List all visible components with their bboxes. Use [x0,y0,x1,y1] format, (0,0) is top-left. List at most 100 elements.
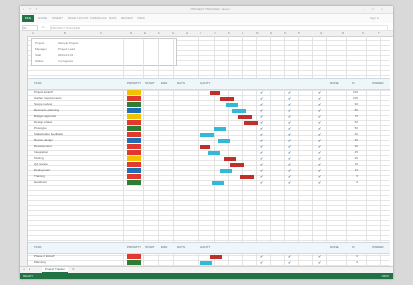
zoom-level[interactable]: 100% [381,273,389,279]
check-icon[interactable]: ✔ [318,114,321,119]
priority-cell[interactable] [127,96,141,101]
priority-cell[interactable] [127,108,141,113]
check-icon[interactable]: ✔ [288,90,291,95]
check-icon[interactable]: ✔ [288,162,291,167]
table-header-cell[interactable]: DAYS [177,81,185,85]
check-icon[interactable]: ✔ [260,180,263,185]
minimize-icon[interactable]: – [361,7,367,11]
task-name[interactable]: Development [34,144,104,149]
check-icon[interactable]: ✔ [288,144,291,149]
check-icon[interactable]: ✔ [318,260,321,265]
check-icon[interactable]: ✔ [260,114,263,119]
check-icon[interactable]: ✔ [260,120,263,125]
check-icon[interactable]: ✔ [288,132,291,137]
close-icon[interactable]: × [379,7,385,11]
priority-cell[interactable] [127,260,141,265]
check-icon[interactable]: ✔ [260,90,263,95]
check-icon[interactable]: ✔ [318,96,321,101]
priority-cell[interactable] [127,168,141,173]
check-icon[interactable]: ✔ [318,156,321,161]
check-icon[interactable]: ✔ [260,102,263,107]
table-header-cell[interactable]: % [352,245,355,249]
check-icon[interactable]: ✔ [260,174,263,179]
check-icon[interactable]: ✔ [318,180,321,185]
tab-home[interactable]: HOME [38,16,47,21]
check-icon[interactable]: ✔ [288,254,291,259]
check-icon[interactable]: ✔ [318,138,321,143]
sheet-next-icon[interactable]: ▸ [29,267,31,272]
priority-cell[interactable] [127,180,141,185]
check-icon[interactable]: ✔ [260,156,263,161]
check-icon[interactable]: ✔ [260,162,263,167]
check-icon[interactable]: ✔ [260,144,263,149]
check-icon[interactable]: ✔ [288,180,291,185]
sign-in-link[interactable]: Sign in [370,16,379,21]
check-icon[interactable]: ✔ [260,138,263,143]
table-header-cell[interactable]: OWNER [372,81,384,85]
task-name[interactable]: Resource planning [34,108,104,113]
priority-cell[interactable] [127,174,141,179]
task-name[interactable]: Gather requirements [34,96,104,101]
priority-cell[interactable] [127,120,141,125]
check-icon[interactable]: ✔ [318,90,321,95]
function-icon[interactable]: fx [42,25,44,29]
check-icon[interactable]: ✔ [318,102,321,107]
check-icon[interactable]: ✔ [260,126,263,131]
priority-cell[interactable] [127,132,141,137]
table-header-cell[interactable]: GANTT [200,81,210,85]
save-icon[interactable]: ▪ [23,7,24,11]
table-header-cell[interactable]: START [145,245,155,249]
priority-cell[interactable] [127,114,141,119]
sheet-prev-icon[interactable]: ◂ [23,267,25,272]
task-name[interactable]: Phase 2 kickoff [34,254,104,259]
task-name[interactable]: Stakeholder feedback [34,132,104,137]
check-icon[interactable]: ✔ [288,174,291,179]
task-name[interactable]: Budget approval [34,114,104,119]
table-header-cell[interactable]: DONE [330,245,339,249]
table-header-cell[interactable]: END [161,245,167,249]
check-icon[interactable]: ✔ [288,114,291,119]
check-icon[interactable]: ✔ [318,254,321,259]
check-icon[interactable]: ✔ [288,120,291,125]
check-icon[interactable]: ✔ [318,174,321,179]
check-icon[interactable]: ✔ [318,162,321,167]
task-name[interactable]: Project kickoff [34,90,104,95]
add-sheet-icon[interactable]: ⊕ [72,267,75,272]
check-icon[interactable]: ✔ [288,108,291,113]
task-name[interactable]: Planning [34,260,104,265]
task-name[interactable]: QA review [34,162,104,167]
table-header-cell[interactable]: % [352,81,355,85]
tab-view[interactable]: VIEW [137,16,145,21]
priority-cell[interactable] [127,150,141,155]
tab-data[interactable]: DATA [109,16,117,21]
maximize-icon[interactable]: □ [370,7,376,11]
check-icon[interactable]: ✔ [318,108,321,113]
priority-cell[interactable] [127,254,141,259]
check-icon[interactable]: ✔ [288,168,291,173]
check-icon[interactable]: ✔ [318,126,321,131]
table-header-cell[interactable]: OWNER [372,245,384,249]
check-icon[interactable]: ✔ [288,260,291,265]
table-header-cell[interactable]: PRIORITY [127,81,141,85]
task-name[interactable]: Testing [34,156,104,161]
priority-cell[interactable] [127,138,141,143]
check-icon[interactable]: ✔ [288,102,291,107]
check-icon[interactable]: ✔ [288,126,291,131]
check-icon[interactable]: ✔ [260,254,263,259]
worksheet-grid[interactable]: Project Sample Project Manager Project L… [28,36,390,271]
table-header-cell[interactable]: START [145,81,155,85]
tab-insert[interactable]: INSERT [52,16,63,21]
priority-cell[interactable] [127,156,141,161]
task-name[interactable]: Deployment [34,168,104,173]
check-icon[interactable]: ✔ [260,108,263,113]
check-icon[interactable]: ✔ [260,260,263,265]
task-name[interactable]: Training [34,174,104,179]
check-icon[interactable]: ✔ [260,132,263,137]
table-header-cell[interactable]: DONE [330,81,339,85]
undo-icon[interactable]: ↶ [29,7,32,11]
task-name[interactable]: Prototype [34,126,104,131]
task-name[interactable]: Revise design [34,138,104,143]
task-name[interactable]: Scope review [34,102,104,107]
task-name[interactable]: Handover [34,180,104,185]
check-icon[interactable]: ✔ [318,168,321,173]
